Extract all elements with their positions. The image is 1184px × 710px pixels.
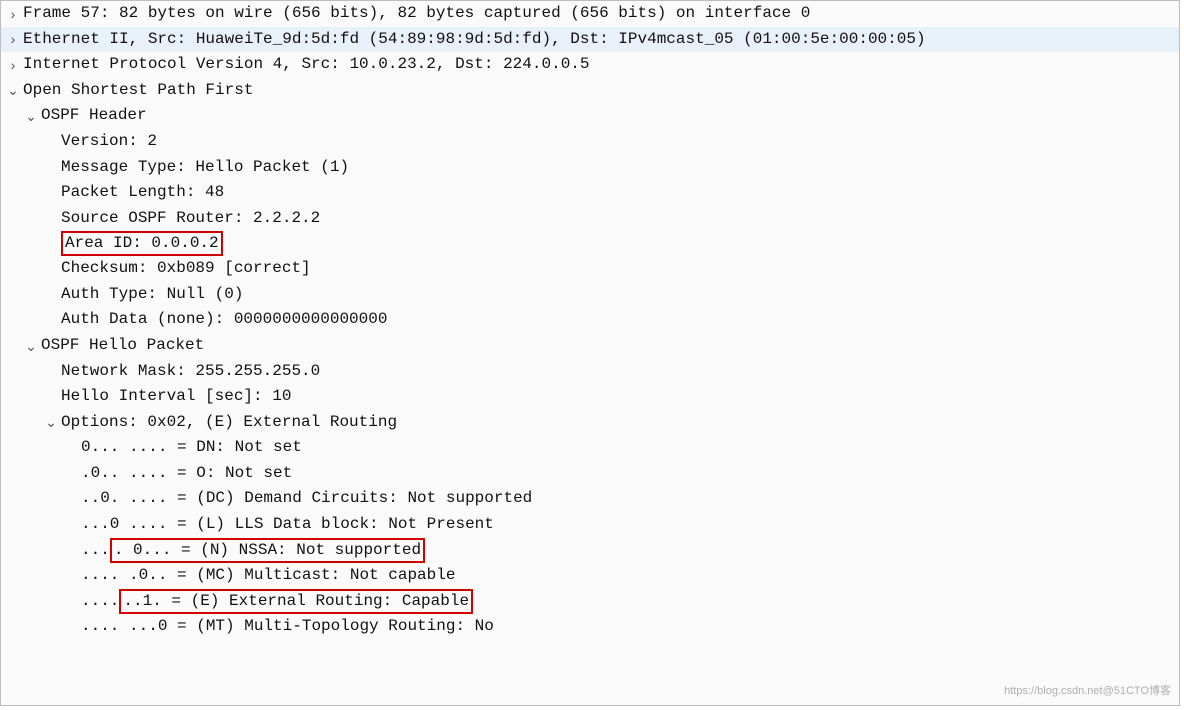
chevron-right-icon[interactable]: › — [3, 54, 23, 76]
srcrtr-text: Source OSPF Router: 2.2.2.2 — [61, 206, 320, 232]
authtype-text: Auth Type: Null (0) — [61, 282, 243, 308]
field-auth-type[interactable]: Auth Type: Null (0) — [1, 282, 1179, 308]
netmask-text: Network Mask: 255.255.255.0 — [61, 359, 320, 385]
field-auth-data[interactable]: Auth Data (none): 0000000000000000 — [1, 307, 1179, 333]
ospf-summary: Open Shortest Path First — [23, 78, 253, 104]
tree-item-ethernet[interactable]: › Ethernet II, Src: HuaweiTe_9d:5d:fd (5… — [1, 27, 1179, 53]
chevron-down-icon[interactable]: ⌄ — [3, 79, 23, 101]
ip-summary: Internet Protocol Version 4, Src: 10.0.2… — [23, 52, 590, 78]
areaid-text: Area ID: 0.0.0.2 — [65, 234, 219, 252]
packet-details-panel: › Frame 57: 82 bytes on wire (656 bits),… — [0, 0, 1180, 706]
pktlen-text: Packet Length: 48 — [61, 180, 224, 206]
area-id-highlight: Area ID: 0.0.0.2 — [61, 231, 223, 256]
field-network-mask[interactable]: Network Mask: 255.255.255.0 — [1, 359, 1179, 385]
chevron-right-icon[interactable]: › — [3, 28, 23, 50]
field-checksum[interactable]: Checksum: 0xb089 [correct] — [1, 256, 1179, 282]
ospf-header-title: OSPF Header — [41, 103, 147, 129]
chevron-right-icon[interactable]: › — [3, 3, 23, 25]
ethernet-summary: Ethernet II, Src: HuaweiTe_9d:5d:fd (54:… — [23, 27, 926, 53]
field-hello-interval[interactable]: Hello Interval [sec]: 10 — [1, 384, 1179, 410]
field-option-l[interactable]: ...0 .... = (L) LLS Data block: Not Pres… — [1, 512, 1179, 538]
field-option-o[interactable]: .0.. .... = O: Not set — [1, 461, 1179, 487]
tree-item-ospf-hello[interactable]: ⌄ OSPF Hello Packet — [1, 333, 1179, 359]
field-option-dc[interactable]: ..0. .... = (DC) Demand Circuits: Not su… — [1, 486, 1179, 512]
field-source-router[interactable]: Source OSPF Router: 2.2.2.2 — [1, 206, 1179, 232]
n-pre-text: ... — [81, 538, 110, 564]
chevron-down-icon[interactable]: ⌄ — [41, 411, 61, 433]
field-option-mt[interactable]: .... ...0 = (MT) Multi-Topology Routing:… — [1, 614, 1179, 640]
mt-text: .... ...0 = (MT) Multi-Topology Routing:… — [81, 614, 494, 640]
mc-text: .... .0.. = (MC) Multicast: Not capable — [81, 563, 455, 589]
e-box-text: ..1. = (E) External Routing: Capable — [123, 592, 469, 610]
field-packet-length[interactable]: Packet Length: 48 — [1, 180, 1179, 206]
watermark: https://blog.csdn.net@51CTO博客 — [1004, 683, 1171, 701]
field-area-id[interactable]: Area ID: 0.0.0.2 — [1, 231, 1179, 256]
cksum-text: Checksum: 0xb089 [correct] — [61, 256, 311, 282]
field-option-dn[interactable]: 0... .... = DN: Not set — [1, 435, 1179, 461]
frame-summary: Frame 57: 82 bytes on wire (656 bits), 8… — [23, 1, 810, 27]
field-option-n[interactable]: .... 0... = (N) NSSA: Not supported — [1, 538, 1179, 564]
dc-text: ..0. .... = (DC) Demand Circuits: Not su… — [81, 486, 532, 512]
dn-text: 0... .... = DN: Not set — [81, 435, 302, 461]
external-routing-highlight: ..1. = (E) External Routing: Capable — [119, 589, 473, 614]
field-message-type[interactable]: Message Type: Hello Packet (1) — [1, 155, 1179, 181]
msgtype-text: Message Type: Hello Packet (1) — [61, 155, 349, 181]
field-version[interactable]: Version: 2 — [1, 129, 1179, 155]
tree-item-ip[interactable]: › Internet Protocol Version 4, Src: 10.0… — [1, 52, 1179, 78]
authdata-text: Auth Data (none): 0000000000000000 — [61, 307, 387, 333]
version-text: Version: 2 — [61, 129, 157, 155]
tree-item-frame[interactable]: › Frame 57: 82 bytes on wire (656 bits),… — [1, 1, 1179, 27]
tree-item-ospf[interactable]: ⌄ Open Shortest Path First — [1, 78, 1179, 104]
chevron-down-icon[interactable]: ⌄ — [21, 335, 41, 357]
tree-item-options[interactable]: ⌄ Options: 0x02, (E) External Routing — [1, 410, 1179, 436]
tree-item-ospf-header[interactable]: ⌄ OSPF Header — [1, 103, 1179, 129]
ospf-hello-title: OSPF Hello Packet — [41, 333, 204, 359]
l-text: ...0 .... = (L) LLS Data block: Not Pres… — [81, 512, 494, 538]
chevron-down-icon[interactable]: ⌄ — [21, 105, 41, 127]
field-option-mc[interactable]: .... .0.. = (MC) Multicast: Not capable — [1, 563, 1179, 589]
field-option-e[interactable]: .... ..1. = (E) External Routing: Capabl… — [1, 589, 1179, 615]
e-pre-text: .... — [81, 589, 119, 615]
n-box-text: . 0... = (N) NSSA: Not supported — [114, 541, 421, 559]
interval-text: Hello Interval [sec]: 10 — [61, 384, 291, 410]
nssa-highlight: . 0... = (N) NSSA: Not supported — [110, 538, 425, 563]
options-text: Options: 0x02, (E) External Routing — [61, 410, 397, 436]
o-text: .0.. .... = O: Not set — [81, 461, 292, 487]
